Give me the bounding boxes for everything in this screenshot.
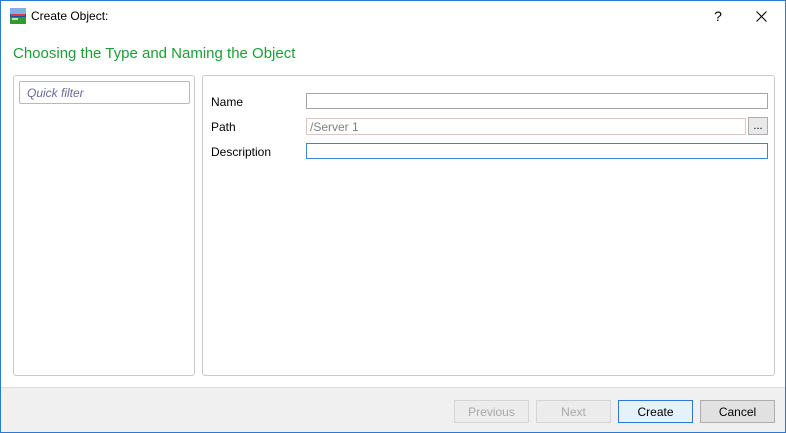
path-input[interactable] [306,118,746,135]
close-icon [756,11,767,22]
name-input[interactable] [306,93,768,109]
type-list-panel [13,75,195,376]
dialog-footer: Previous Next Create Cancel [1,387,785,432]
name-label: Name [211,95,244,109]
cancel-button[interactable]: Cancel [700,400,775,423]
create-button[interactable]: Create [618,400,693,423]
previous-button[interactable]: Previous [454,400,529,423]
help-button[interactable]: ? [695,1,741,32]
path-label: Path [211,120,236,134]
description-input[interactable] [306,143,768,159]
window-title: Create Object: [31,9,109,23]
close-button[interactable] [739,1,785,32]
page-heading: Choosing the Type and Naming the Object [13,45,296,62]
browse-path-button[interactable]: ... [748,117,768,135]
description-label: Description [211,145,272,159]
quick-filter-input[interactable] [19,81,190,104]
app-icon [10,8,26,24]
title-bar: Create Object: ? [1,1,785,32]
object-properties-panel: Name Path ... Description [202,75,775,376]
next-button[interactable]: Next [536,400,611,423]
create-object-dialog: Create Object: ? Choosing the Type and N… [0,0,786,433]
